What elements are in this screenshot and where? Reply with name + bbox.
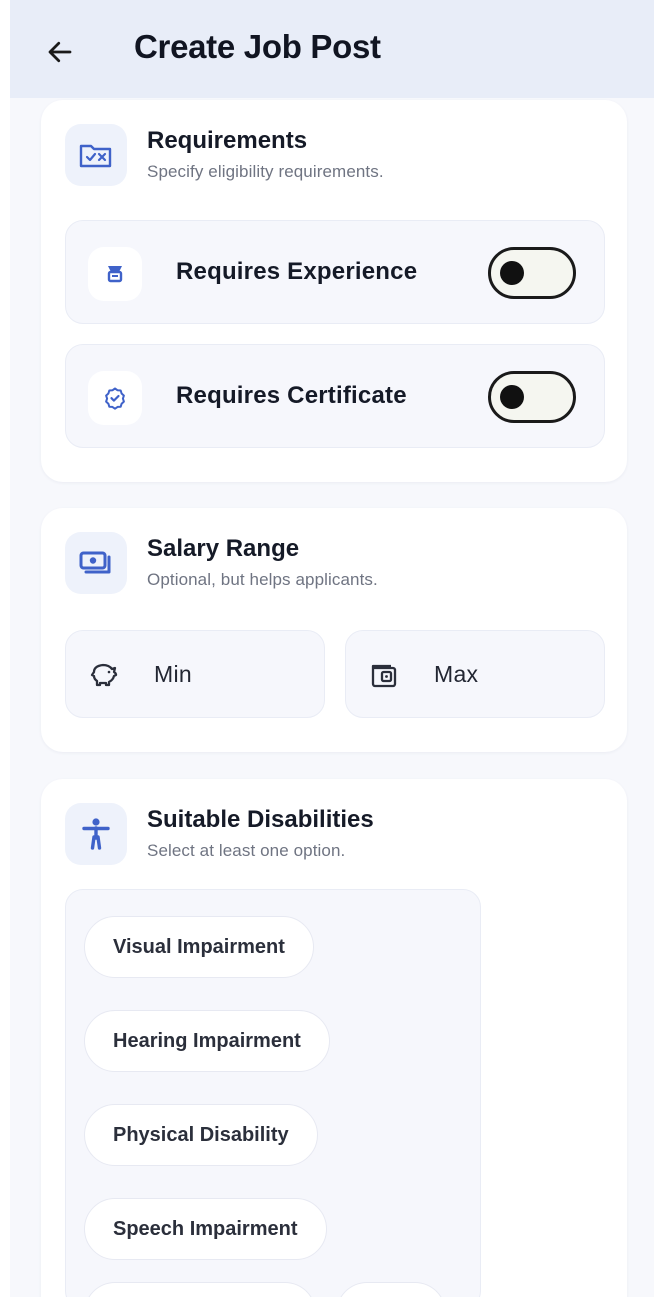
switch-knob: [500, 385, 524, 409]
chip-partially-visible[interactable]: [336, 1282, 446, 1297]
requires-certificate-label: Requires Certificate: [176, 382, 407, 409]
piggy-bank-icon: [90, 663, 118, 687]
requires-experience-switch[interactable]: [488, 247, 576, 299]
disabilities-subtitle: Select at least one option.: [147, 841, 346, 860]
salary-max-label: Max: [434, 661, 479, 687]
chip-speech-impairment[interactable]: Speech Impairment: [84, 1198, 327, 1260]
chip-visual-impairment[interactable]: Visual Impairment: [84, 916, 314, 978]
chip-physical-disability[interactable]: Physical Disability: [84, 1104, 318, 1166]
folder-check-icon: [65, 124, 127, 186]
page-title: Create Job Post: [134, 28, 381, 65]
screen: Create Job Post Requirements Specify eli…: [10, 0, 654, 1297]
accessibility-icon: [65, 803, 127, 865]
disability-options: Visual Impairment Hearing Impairment Phy…: [65, 889, 481, 1297]
disabilities-title: Suitable Disabilities: [147, 806, 374, 833]
requires-certificate-row[interactable]: Requires Certificate: [65, 344, 605, 448]
chip-partially-visible[interactable]: [84, 1282, 316, 1297]
requirements-header: Requirements Specify eligibility require…: [65, 124, 384, 186]
requires-experience-label: Requires Experience: [176, 258, 418, 285]
salary-min-field[interactable]: Min: [65, 630, 325, 718]
briefcase-icon: [88, 247, 142, 301]
app-bar: Create Job Post: [10, 0, 654, 98]
badge-check-icon: [88, 371, 142, 425]
salary-subtitle: Optional, but helps applicants.: [147, 570, 378, 589]
switch-knob: [500, 261, 524, 285]
requirements-subtitle: Specify eligibility requirements.: [147, 162, 384, 181]
arrow-left-icon: [48, 41, 72, 63]
back-button[interactable]: [40, 32, 80, 72]
requirements-card: Requirements Specify eligibility require…: [41, 100, 627, 482]
salary-header: Salary Range Optional, but helps applica…: [65, 532, 378, 594]
requirements-title: Requirements: [147, 127, 308, 154]
salary-title: Salary Range: [147, 535, 300, 562]
wallet-icon: [371, 664, 397, 688]
requires-certificate-switch[interactable]: [488, 371, 576, 423]
salary-min-label: Min: [154, 661, 192, 687]
salary-max-field[interactable]: Max: [345, 630, 605, 718]
money-icon: [65, 532, 127, 594]
chip-hearing-impairment[interactable]: Hearing Impairment: [84, 1010, 330, 1072]
disabilities-card: Suitable Disabilities Select at least on…: [41, 779, 627, 1297]
disabilities-header: Suitable Disabilities Select at least on…: [65, 803, 374, 865]
requires-experience-row[interactable]: Requires Experience: [65, 220, 605, 324]
salary-range-card: Salary Range Optional, but helps applica…: [41, 508, 627, 752]
